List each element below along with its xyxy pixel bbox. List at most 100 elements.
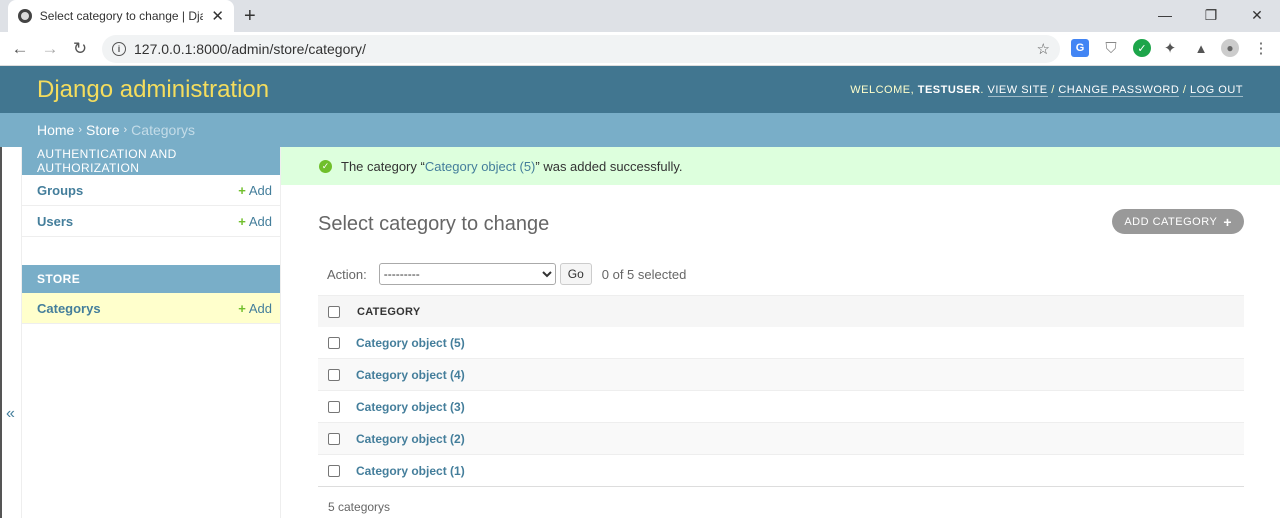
breadcrumb-home[interactable]: Home <box>37 122 74 138</box>
add-label: Add <box>248 300 272 316</box>
sidebar-item-groups[interactable]: Groups + Add <box>22 175 280 206</box>
close-tab-icon[interactable]: ✕ <box>211 9 224 24</box>
site-info-icon[interactable]: i <box>112 42 126 56</box>
go-button[interactable]: Go <box>559 263 592 285</box>
row-checkbox[interactable] <box>328 336 340 349</box>
add-category-button[interactable]: ADD CATEGORY + <box>1112 209 1244 234</box>
shield-extension-icon[interactable]: ⛉ <box>1102 39 1120 57</box>
globe-icon <box>18 9 32 23</box>
module-caption-store[interactable]: Store <box>22 265 280 293</box>
username: TESTUSER <box>917 83 981 96</box>
message-suffix: ” was added successfully. <box>535 158 683 174</box>
browser-menu-icon[interactable]: ⋮ <box>1252 39 1270 57</box>
column-header-category[interactable]: CATEGORY <box>357 306 421 318</box>
browser-tab[interactable]: Select category to change | Django ✕ <box>8 0 234 32</box>
add-category-link[interactable]: + Add <box>238 301 272 316</box>
bookmark-star-icon[interactable]: ☆ <box>1037 40 1050 58</box>
address-bar[interactable]: i 127.0.0.1:8000/admin/store/category/ ☆ <box>102 35 1060 63</box>
table-body: Category object (5) Category object (4) … <box>318 327 1244 487</box>
back-icon[interactable]: ← <box>5 39 35 59</box>
add-label: Add <box>248 213 272 229</box>
page-title: Select category to change <box>318 213 550 235</box>
breadcrumb-store[interactable]: Store <box>86 122 119 138</box>
row-link[interactable]: Category object (1) <box>356 464 465 478</box>
sidebar-item-label[interactable]: Groups <box>37 183 83 198</box>
lab-extension-icon[interactable]: ▲ <box>1192 39 1210 57</box>
row-checkbox[interactable] <box>328 400 340 413</box>
module-spacer <box>22 237 280 265</box>
nav-sidebar-toggle[interactable]: « <box>0 147 22 518</box>
table-row: Category object (3) <box>318 391 1244 423</box>
row-link[interactable]: Category object (3) <box>356 400 465 414</box>
nav-sidebar: Authentication and Authorization Groups … <box>22 147 281 518</box>
change-password-link[interactable]: CHANGE PASSWORD <box>1058 83 1180 97</box>
actions-bar: Action: --------- Go 0 of 5 selected <box>327 263 686 285</box>
sidebar-item-label[interactable]: Users <box>37 214 73 229</box>
welcome-text: WELCOME, <box>850 83 918 96</box>
minimize-icon[interactable]: — <box>1142 0 1188 30</box>
row-checkbox[interactable] <box>328 432 340 445</box>
table-row: Category object (1) <box>318 455 1244 487</box>
log-out-link[interactable]: LOG OUT <box>1189 83 1243 97</box>
restore-icon[interactable]: ❐ <box>1188 0 1234 30</box>
user-tools: WELCOME, TESTUSER. VIEW SITE / CHANGE PA… <box>850 83 1243 97</box>
result-list: CATEGORY Category object (5) Category ob… <box>318 295 1244 487</box>
table-row: Category object (5) <box>318 327 1244 359</box>
plus-icon: + <box>238 182 246 198</box>
row-link[interactable]: Category object (5) <box>356 336 465 350</box>
url-path: :8000/admin/store/category/ <box>192 41 366 57</box>
browser-toolbar: ← → ↻ i 127.0.0.1:8000/admin/store/categ… <box>0 32 1280 66</box>
url-text: 127.0.0.1:8000/admin/store/category/ <box>134 41 366 57</box>
profile-avatar-icon[interactable]: ● <box>1221 39 1239 57</box>
table-row: Category object (4) <box>318 359 1244 391</box>
table-header: CATEGORY <box>318 295 1244 327</box>
plus-icon: + <box>238 213 246 229</box>
sidebar-item-categorys[interactable]: Categorys + Add <box>22 293 280 324</box>
add-groups-link[interactable]: + Add <box>238 183 272 198</box>
selection-count: 0 of 5 selected <box>601 266 687 282</box>
browser-tabbar: Select category to change | Django ✕ + —… <box>0 0 1280 32</box>
row-link[interactable]: Category object (2) <box>356 432 465 446</box>
add-label: Add <box>248 182 272 198</box>
success-message: ✓ The category “Category object (5)” was… <box>281 147 1280 185</box>
module-caption-auth[interactable]: Authentication and Authorization <box>22 147 280 175</box>
reload-icon[interactable]: ↻ <box>65 39 95 59</box>
sidebar-item-users[interactable]: Users + Add <box>22 206 280 237</box>
sidebar-item-label[interactable]: Categorys <box>37 301 101 316</box>
view-site-link[interactable]: VIEW SITE <box>987 83 1048 97</box>
message-prefix: The category “ <box>341 158 425 174</box>
window-controls: — ❐ ✕ <box>1142 0 1280 30</box>
tab-title: Select category to change | Django <box>39 9 204 23</box>
window-edge <box>0 147 2 518</box>
row-checkbox[interactable] <box>328 368 340 381</box>
main-area: « Authentication and Authorization Group… <box>0 147 1280 518</box>
extensions-puzzle-icon[interactable]: ✦ <box>1161 39 1179 57</box>
action-label: Action: <box>327 266 367 282</box>
plus-icon: + <box>238 300 246 316</box>
breadcrumb-current: Categorys <box>131 122 195 138</box>
plus-icon: + <box>1223 213 1232 230</box>
breadcrumb: Home › Store › Categorys <box>0 113 1280 147</box>
row-checkbox[interactable] <box>328 464 340 477</box>
admin-header: Django administration WELCOME, TESTUSER.… <box>0 66 1280 113</box>
forward-icon[interactable]: → <box>35 39 65 59</box>
vpn-extension-icon[interactable]: ✓ <box>1133 39 1151 57</box>
success-check-icon: ✓ <box>319 159 332 173</box>
paginator: 5 categorys <box>318 486 1244 514</box>
message-object-link[interactable]: Category object (5) <box>425 159 536 174</box>
row-link[interactable]: Category object (4) <box>356 368 465 382</box>
add-users-link[interactable]: + Add <box>238 214 272 229</box>
site-branding[interactable]: Django administration <box>37 76 269 104</box>
content: ✓ The category “Category object (5)” was… <box>281 147 1280 518</box>
close-window-icon[interactable]: ✕ <box>1234 0 1280 30</box>
translate-extension-icon[interactable]: G <box>1071 39 1089 57</box>
table-row: Category object (2) <box>318 423 1244 455</box>
add-category-label: ADD CATEGORY <box>1124 215 1218 228</box>
collapse-sidebar-icon[interactable]: « <box>6 405 15 423</box>
breadcrumb-separator: › <box>123 124 128 136</box>
url-host: 127.0.0.1 <box>134 41 193 57</box>
select-all-checkbox[interactable] <box>328 305 340 318</box>
action-select[interactable]: --------- <box>378 263 556 285</box>
breadcrumb-separator: › <box>78 124 83 136</box>
new-tab-icon[interactable]: + <box>244 4 256 28</box>
